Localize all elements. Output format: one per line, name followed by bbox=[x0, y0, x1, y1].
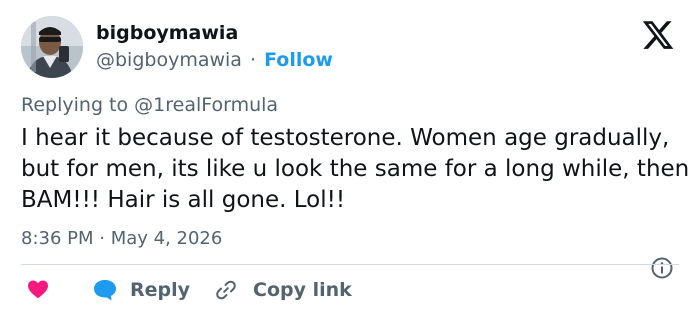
tweet-text: I hear it because of testosterone. Women… bbox=[21, 125, 690, 213]
follow-button[interactable]: Follow bbox=[264, 49, 333, 71]
link-icon bbox=[216, 280, 236, 300]
timestamp[interactable]: 8:36 PM · May 4, 2026 bbox=[21, 227, 222, 251]
x-logo-icon[interactable] bbox=[638, 18, 678, 52]
reply-label: Reply bbox=[130, 279, 191, 301]
speech-bubble-icon bbox=[94, 280, 116, 301]
avatar-photo bbox=[21, 16, 83, 78]
user-handle[interactable]: @bigboymawia bbox=[96, 49, 242, 71]
info-icon[interactable] bbox=[650, 256, 674, 280]
copy-link-button[interactable]: Copy link bbox=[215, 277, 352, 303]
reply-button[interactable]: Reply bbox=[92, 277, 190, 303]
display-name[interactable]: bigboymawia bbox=[96, 20, 238, 46]
replying-to-label: Replying to @1realFormula bbox=[21, 94, 279, 116]
handle-row: @bigboymawia · Follow bbox=[96, 47, 333, 73]
heart-icon[interactable] bbox=[26, 277, 50, 301]
divider bbox=[21, 264, 679, 265]
copy-link-label: Copy link bbox=[253, 279, 352, 301]
avatar[interactable] bbox=[21, 16, 83, 78]
separator-dot: · bbox=[250, 49, 257, 71]
